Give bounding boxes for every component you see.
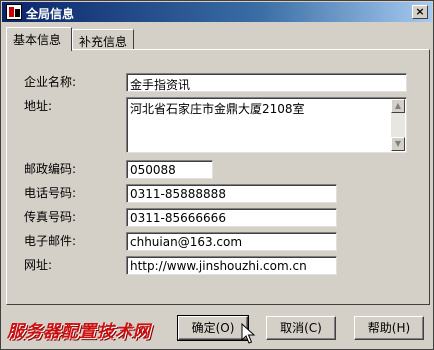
company-name-label: 企业名称:	[24, 75, 77, 89]
website-label: 网址:	[24, 258, 53, 272]
website-field[interactable]: http://www.jinshouzhi.com.cn	[126, 256, 337, 275]
email-field[interactable]: chhuian@163.com	[126, 232, 337, 251]
email-label: 电子邮件:	[24, 234, 77, 248]
scroll-down-icon[interactable]: ▼	[391, 137, 405, 151]
phone-label: 电话号码:	[24, 186, 77, 200]
fax-label: 传真号码:	[24, 210, 77, 224]
fax-field[interactable]: 0311-85666666	[126, 208, 337, 227]
address-label: 地址:	[24, 99, 53, 113]
dialog-window: 全局信息 × 基本信息 补充信息 企业名称: 金手指资讯 地址: 河北省石家庄市…	[0, 0, 434, 350]
address-value: 河北省石家庄市金鼎大厦2108室	[130, 102, 305, 116]
postal-code-field[interactable]: 050088	[126, 160, 213, 179]
address-field[interactable]: 河北省石家庄市金鼎大厦2108室 ▲ ▼	[126, 97, 407, 153]
phone-field[interactable]: 0311-85888888	[126, 184, 337, 203]
address-scrollbar[interactable]: ▲ ▼	[391, 99, 405, 151]
postal-code-label: 邮政编码:	[24, 162, 77, 176]
company-name-field[interactable]: 金手指资讯	[126, 73, 407, 92]
scroll-up-icon[interactable]: ▲	[391, 99, 405, 113]
